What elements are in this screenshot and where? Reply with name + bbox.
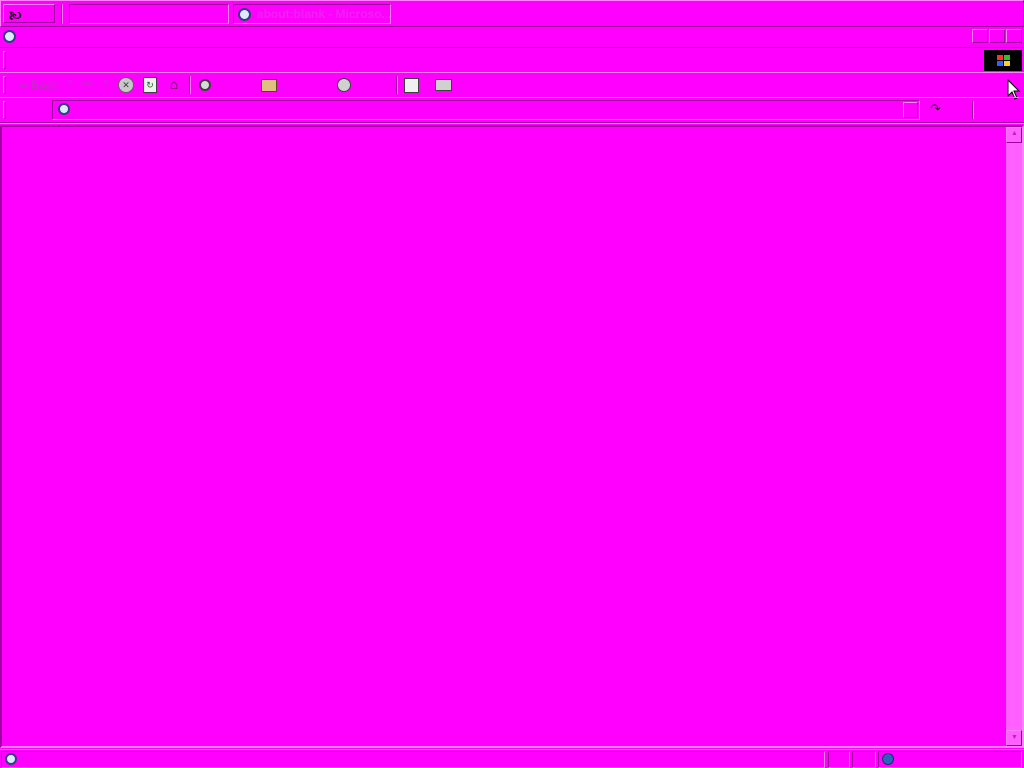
windows-logo-tile — [984, 50, 1022, 71]
back-label: Back — [31, 78, 58, 92]
address-input[interactable] — [52, 100, 920, 120]
forward-arrow-icon[interactable]: ⇨ — [82, 76, 93, 92]
address-separator — [972, 101, 974, 119]
task-title: about:blank - Microso... — [256, 7, 390, 21]
windows-flag-icon — [996, 55, 1010, 66]
content-area[interactable]: ▲ ▼ — [0, 125, 1024, 748]
standard-toolbar: ⇦ Back ▾ ⇨ ▾ ✕ ↻ ⌂ — [0, 72, 1024, 100]
print-icon[interactable] — [434, 76, 452, 94]
go-arrow-icon[interactable]: ↷ — [930, 101, 941, 117]
status-progress-pane — [828, 751, 850, 768]
minimize-button[interactable] — [972, 29, 988, 43]
search-icon[interactable] — [196, 76, 214, 94]
forward-dropdown-icon[interactable]: ▾ — [104, 78, 108, 87]
status-security-pane — [852, 751, 876, 768]
home-icon[interactable]: ⌂ — [165, 75, 183, 93]
scroll-up-button[interactable]: ▲ — [1006, 127, 1022, 143]
toolbar-separator-2 — [396, 76, 398, 94]
stop-icon[interactable]: ✕ — [117, 76, 135, 94]
status-page-icon — [5, 753, 17, 765]
title-bar — [0, 28, 1024, 46]
toolbar-handle[interactable] — [3, 76, 6, 94]
toolbar-separator — [189, 76, 191, 94]
page-icon — [58, 103, 70, 115]
start-button[interactable]: 🙠 — [3, 4, 55, 23]
scroll-down-arrow-icon: ▼ — [1011, 734, 1018, 741]
window-icon[interactable] — [3, 30, 16, 43]
address-bar-handle[interactable] — [3, 101, 6, 119]
toolbar-bottom-edge — [0, 122, 1024, 124]
back-dropdown-icon[interactable]: ▾ — [68, 78, 72, 87]
favorites-icon[interactable] — [260, 76, 278, 94]
status-bar — [0, 749, 1024, 768]
back-button[interactable]: ⇦ Back — [18, 77, 58, 93]
close-button[interactable] — [1006, 29, 1022, 43]
address-bar-row: ↷ — [0, 97, 1024, 121]
internet-zone-icon — [882, 753, 894, 765]
menu-bar — [0, 47, 1024, 71]
taskbar-task-button[interactable]: about:blank - Microso... — [233, 4, 391, 24]
address-dropdown-button[interactable] — [903, 102, 918, 118]
history-icon[interactable] — [335, 76, 353, 94]
taskbar-separator — [61, 4, 63, 24]
menu-bar-handle[interactable] — [3, 51, 6, 69]
quick-launch-area — [69, 4, 229, 24]
maximize-button[interactable] — [989, 29, 1005, 43]
back-arrow-icon: ⇦ — [18, 78, 29, 92]
mail-icon[interactable] — [402, 76, 420, 94]
taskbar: 🙠 about:blank - Microso... — [0, 0, 1024, 27]
scroll-up-arrow-icon: ▲ — [1011, 130, 1018, 137]
status-text-pane — [1, 751, 825, 768]
status-zone-pane — [878, 751, 1022, 768]
scroll-down-button[interactable]: ▼ — [1006, 730, 1022, 746]
refresh-icon[interactable]: ↻ — [141, 76, 159, 94]
vertical-scrollbar[interactable]: ▲ ▼ — [1006, 127, 1022, 746]
start-icon: 🙠 — [9, 8, 22, 23]
ie-icon — [238, 7, 251, 21]
